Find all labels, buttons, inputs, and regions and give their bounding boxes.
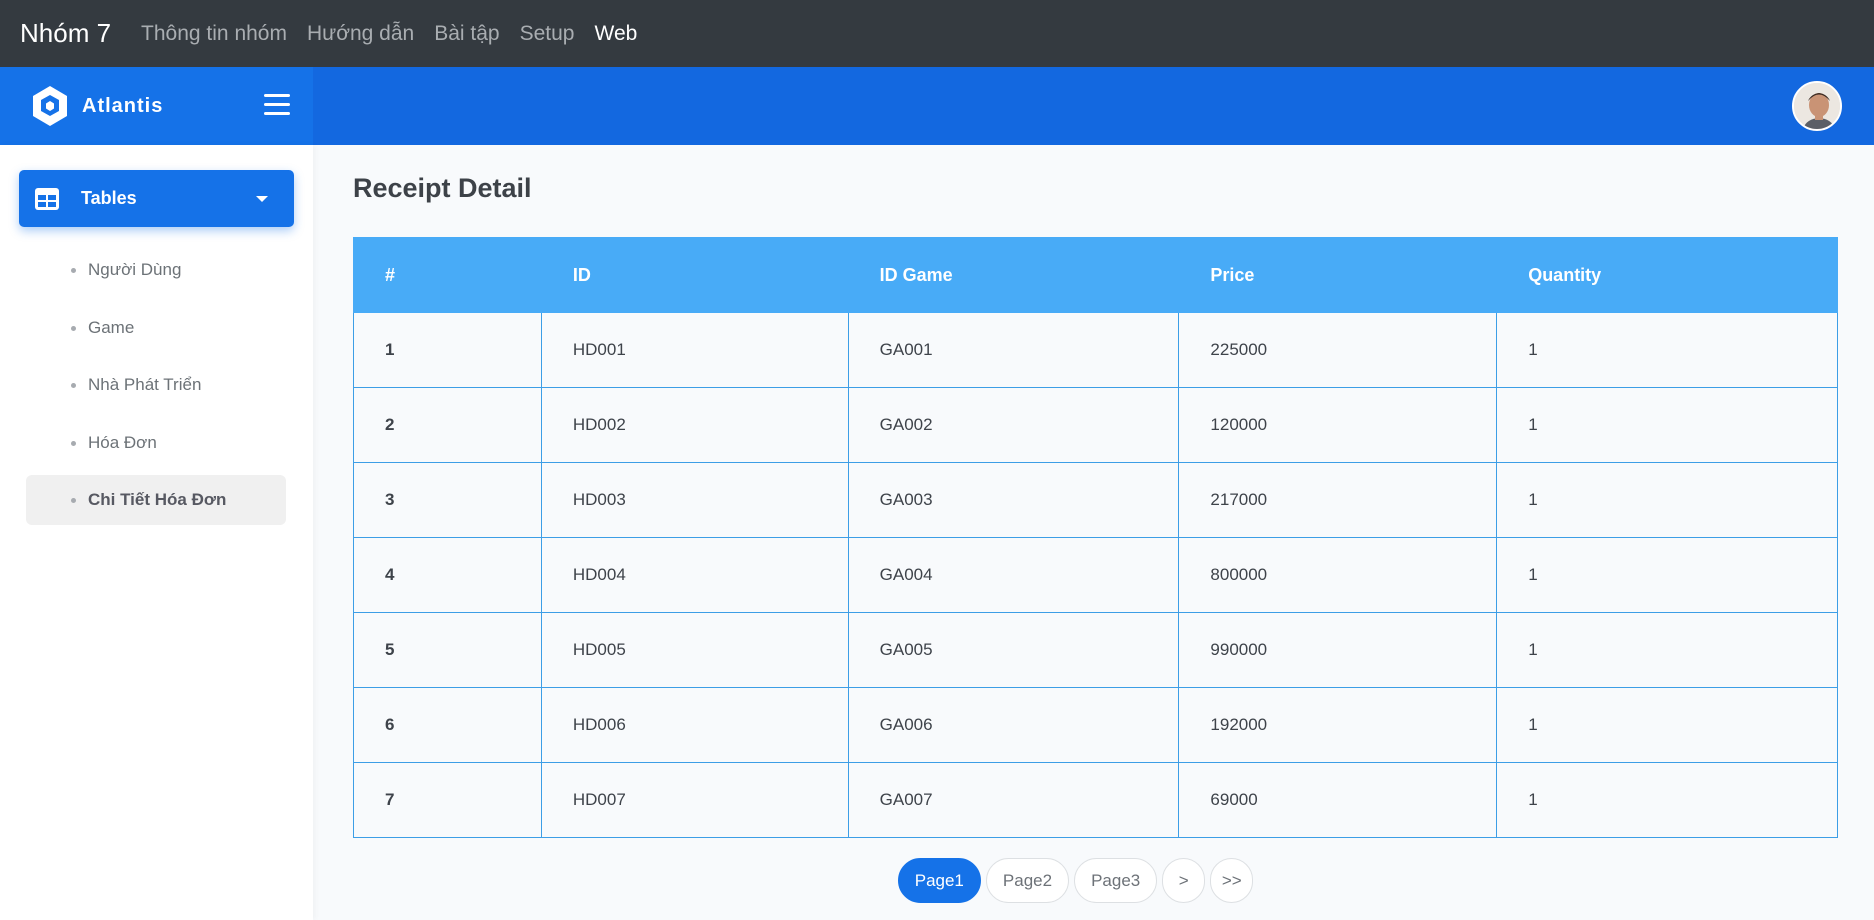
cell-id-game: GA004 [847,537,1180,613]
cell-quantity: 1 [1496,687,1838,763]
column-header-id: ID [540,237,849,313]
table-icon [35,187,59,210]
cell-price: 225000 [1178,312,1498,388]
cell-price: 800000 [1178,537,1498,613]
cell-id-game: GA002 [847,387,1180,463]
nav-link-exercises[interactable]: Bài tập [434,22,499,46]
nav-link-guide[interactable]: Hướng dẫn [307,22,414,46]
cell-quantity: 1 [1496,762,1838,838]
sidebar: Tables Người Dùng Game Nhà Phát Triển Hó… [0,145,313,920]
cell-index: 2 [353,387,542,463]
receipt-table-container: # ID ID Game Price Quantity 1 HD001 GA00… [353,237,1838,838]
sidebar-item-label: Hóa Đơn [88,432,157,452]
cell-id: HD006 [540,687,849,763]
cell-quantity: 1 [1496,537,1838,613]
app-logo-text[interactable]: Atlantis [82,95,163,118]
sidebar-item-developers[interactable]: Nhà Phát Triển [26,360,286,410]
cell-quantity: 1 [1496,612,1838,688]
nav-link-setup[interactable]: Setup [520,22,575,46]
cell-id: HD001 [540,312,849,388]
top-nav: Thông tin nhóm Hướng dẫn Bài tập Setup W… [141,22,657,46]
sidebar-item-game[interactable]: Game [26,303,286,353]
sidebar-item-label: Người Dùng [88,260,182,279]
column-header-quantity: Quantity [1496,237,1838,313]
cell-id: HD007 [540,762,849,838]
main-header [313,67,1874,145]
cell-index: 6 [353,687,542,763]
bullet-icon [71,440,76,446]
table-header-row: # ID ID Game Price Quantity [353,237,1838,313]
top-navbar: Nhóm 7 Thông tin nhóm Hướng dẫn Bài tập … [0,0,1874,67]
cell-quantity: 1 [1496,387,1838,463]
logo-header: Atlantis [0,67,313,145]
sidebar-item-label: Chi Tiết Hóa Đơn [88,490,227,509]
cell-index: 4 [353,537,542,613]
cell-price: 217000 [1178,462,1498,538]
receipt-detail-table: # ID ID Game Price Quantity 1 HD001 GA00… [353,237,1838,838]
avatar-image-icon [1794,83,1840,129]
sidebar-item-invoice-details[interactable]: Chi Tiết Hóa Đơn [26,475,286,525]
menu-toggle-icon[interactable] [264,94,290,116]
cell-price: 990000 [1178,612,1498,688]
page-button-2[interactable]: Page2 [985,858,1070,903]
table-row: 4 HD004 GA004 800000 1 [353,537,1838,613]
cell-id: HD003 [540,462,849,538]
sidebar-item-label: Nhà Phát Triển [88,375,202,394]
cell-price: 120000 [1178,387,1498,463]
cell-index: 5 [353,612,542,688]
page-button-1[interactable]: Page1 [897,858,981,903]
page-title: Receipt Detail [353,173,532,203]
sidebar-section-label: Tables [81,188,137,208]
bullet-icon [71,325,76,331]
cell-index: 3 [353,462,542,538]
cell-id: HD005 [540,612,849,688]
bullet-icon [71,498,76,503]
cell-id-game: GA006 [847,687,1180,763]
cell-index: 1 [353,312,542,388]
cell-id: HD002 [540,387,849,463]
table-row: 7 HD007 GA007 69000 1 [353,762,1838,838]
sidebar-item-users[interactable]: Người Dùng [26,245,286,295]
table-row: 3 HD003 GA003 217000 1 [353,462,1838,538]
nav-link-group-info[interactable]: Thông tin nhóm [141,22,287,46]
cell-id-game: GA003 [847,462,1180,538]
table-row: 1 HD001 GA001 225000 1 [353,312,1838,388]
table-row: 6 HD006 GA006 192000 1 [353,687,1838,763]
cell-id-game: GA007 [847,762,1180,838]
cell-id-game: GA001 [847,312,1180,388]
caret-down-icon [256,196,268,202]
page-button-3[interactable]: Page3 [1074,858,1158,903]
pagination: Page1 Page2 Page3 > >> [0,858,1874,903]
cell-id-game: GA005 [847,612,1180,688]
last-page-button[interactable]: >> [1210,858,1254,903]
sidebar-item-invoices[interactable]: Hóa Đơn [26,418,286,468]
column-header-index: # [353,237,542,313]
column-header-id-game: ID Game [847,237,1180,313]
user-avatar[interactable] [1792,81,1842,131]
table-row: 5 HD005 GA005 990000 1 [353,612,1838,688]
cell-price: 69000 [1178,762,1498,838]
column-header-price: Price [1178,237,1498,313]
table-row: 2 HD002 GA002 120000 1 [353,387,1838,463]
atlantis-logo-icon[interactable] [30,84,70,128]
sidebar-item-label: Game [88,317,135,337]
cell-id: HD004 [540,537,849,613]
next-page-button[interactable]: > [1162,858,1206,903]
cell-price: 192000 [1178,687,1498,763]
sidebar-section-tables[interactable]: Tables [19,170,294,227]
navbar-brand[interactable]: Nhóm 7 [20,18,111,49]
cell-index: 7 [353,762,542,838]
cell-quantity: 1 [1496,312,1838,388]
bullet-icon [71,383,76,388]
bullet-icon [71,268,76,273]
nav-link-web[interactable]: Web [595,22,638,46]
sidebar-subnav: Người Dùng Game Nhà Phát Triển Hóa Đơn C… [26,245,286,533]
cell-quantity: 1 [1496,462,1838,538]
